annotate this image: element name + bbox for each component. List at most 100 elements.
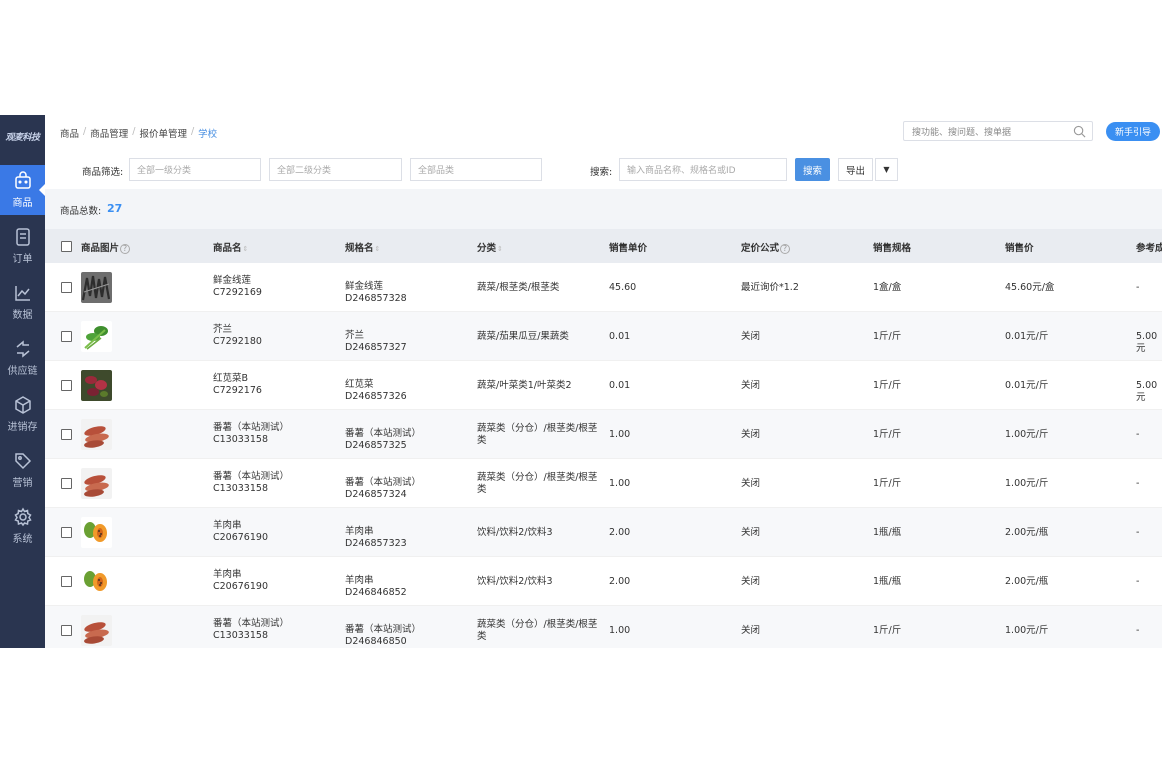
product-type-select[interactable]: 全部品类 bbox=[410, 158, 542, 181]
unit-price-cell[interactable]: 1.00 bbox=[609, 429, 630, 441]
table-row[interactable]: 红苋菜B C7292176 红苋菜 D246857326 蔬菜/叶菜类1/叶菜类2 0.0… bbox=[45, 361, 1162, 410]
unit-price-cell[interactable]: 2.00 bbox=[609, 576, 630, 588]
sidebar-item-supply-chain[interactable]: 供应链 bbox=[0, 333, 45, 383]
pricing-formula-cell[interactable]: 关闭 bbox=[741, 625, 760, 637]
select-all-checkbox[interactable] bbox=[61, 241, 72, 252]
product-name: 鲜金线莲 bbox=[213, 275, 252, 286]
unit-price-cell[interactable]: 45.60 bbox=[609, 282, 636, 294]
product-name-cell: 羊肉串 C20676190 bbox=[213, 520, 268, 544]
breadcrumb-item[interactable]: 报价单管理 bbox=[139, 126, 187, 140]
export-button[interactable]: 导出 bbox=[838, 158, 873, 181]
product-image[interactable] bbox=[81, 419, 112, 450]
category2-select[interactable]: 全部二级分类 bbox=[269, 158, 402, 181]
row-checkbox[interactable] bbox=[61, 576, 72, 587]
row-checkbox[interactable] bbox=[61, 478, 72, 489]
spec-cell: 红苋菜 D246857326 bbox=[345, 379, 407, 403]
help-icon[interactable]: ? bbox=[120, 244, 131, 254]
product-image[interactable] bbox=[81, 468, 112, 499]
export-dropdown-caret-icon[interactable]: ▼ bbox=[875, 158, 898, 181]
pricing-formula-cell[interactable]: 关闭 bbox=[741, 576, 760, 588]
unit-price-cell[interactable]: 0.01 bbox=[609, 331, 630, 343]
sidebar-item-label: 订单 bbox=[12, 254, 33, 265]
pricing-formula-cell[interactable]: 关闭 bbox=[741, 478, 760, 490]
sidebar-item-label: 供应链 bbox=[7, 366, 38, 377]
unit-price-cell[interactable]: 2.00 bbox=[609, 527, 630, 539]
sidebar-item-marketing[interactable]: 营销 bbox=[0, 445, 45, 495]
table-row[interactable]: 羊肉串 C20676190 羊肉串 D246846852 饮料/饮料2/饮料3 2.00 关… bbox=[45, 557, 1162, 606]
beginner-guide-button[interactable]: 新手引导 bbox=[1106, 122, 1160, 141]
sale-spec-cell: 1斤/斤 bbox=[873, 331, 902, 342]
sort-icon[interactable]: ⇕ bbox=[497, 245, 503, 253]
product-image[interactable] bbox=[81, 517, 112, 548]
product-image[interactable] bbox=[81, 615, 112, 646]
reference-cost-cell: 5.00元 bbox=[1136, 380, 1158, 403]
product-search-input[interactable]: 输入商品名称、规格名或ID bbox=[619, 158, 787, 181]
spec-cell: 羊肉串 D246846852 bbox=[345, 575, 407, 599]
product-name: 芥兰 bbox=[213, 324, 233, 335]
search-icon[interactable] bbox=[1073, 125, 1086, 138]
sidebar-item-data[interactable]: 数据 bbox=[0, 277, 45, 327]
product-name: 羊肉串 bbox=[213, 520, 242, 531]
row-checkbox[interactable] bbox=[61, 527, 72, 538]
app-window: 观麦科技 商品 订单 数据 供应链 进销存 营销 系统 商品 / 商品管理 / … bbox=[0, 115, 1162, 648]
search-button[interactable]: 搜索 bbox=[795, 158, 830, 181]
row-checkbox[interactable] bbox=[61, 625, 72, 636]
sale-spec-cell: 1斤/斤 bbox=[873, 429, 902, 440]
sale-spec-cell: 1斤/斤 bbox=[873, 380, 902, 391]
sidebar-item-label: 商品 bbox=[12, 198, 33, 209]
reference-cost-cell: - bbox=[1136, 282, 1140, 293]
spec-name: 红苋菜 bbox=[345, 379, 374, 390]
breadcrumb-item[interactable]: 商品 bbox=[60, 126, 79, 140]
column-header-spec[interactable]: 规格名⇕ bbox=[345, 240, 380, 254]
sidebar-item-label: 数据 bbox=[12, 310, 33, 321]
row-checkbox[interactable] bbox=[61, 282, 72, 293]
spec-id: D246846852 bbox=[345, 587, 407, 598]
sidebar-item-inventory[interactable]: 进销存 bbox=[0, 389, 45, 439]
table-row[interactable]: 羊肉串 C20676190 羊肉串 D246857323 饮料/饮料2/饮料3 2.00 关… bbox=[45, 508, 1162, 557]
pricing-formula-cell[interactable]: 关闭 bbox=[741, 527, 760, 539]
unit-price-cell[interactable]: 1.00 bbox=[609, 478, 630, 490]
table-row[interactable]: 番薯（本站测试） C13033158 番薯（本站测试） D246846850 蔬菜类（分… bbox=[45, 606, 1162, 648]
column-header-sale-spec: 销售规格 bbox=[873, 243, 912, 254]
column-header-name[interactable]: 商品名⇕ bbox=[213, 240, 248, 254]
product-code: C7292176 bbox=[213, 385, 262, 396]
sale-price-cell: 2.00元/瓶 bbox=[1005, 576, 1049, 587]
sidebar-item-system[interactable]: 系统 bbox=[0, 501, 45, 551]
product-image[interactable] bbox=[81, 566, 112, 597]
category-cell: 蔬菜/叶菜类1/叶菜类2 bbox=[477, 380, 572, 391]
category1-select[interactable]: 全部一级分类 bbox=[129, 158, 261, 181]
product-image[interactable] bbox=[81, 370, 112, 401]
table-row[interactable]: 番薯（本站测试） C13033158 番薯（本站测试） D246857325 蔬菜类（分… bbox=[45, 410, 1162, 459]
reference-cost-cell: - bbox=[1136, 625, 1140, 636]
column-header-category[interactable]: 分类⇕ bbox=[477, 240, 503, 254]
spec-id: D246857326 bbox=[345, 391, 407, 402]
spec-name: 番薯（本站测试） bbox=[345, 477, 422, 488]
breadcrumb-item[interactable]: 商品管理 bbox=[90, 126, 128, 140]
row-checkbox[interactable] bbox=[61, 429, 72, 440]
help-icon[interactable]: ? bbox=[780, 244, 791, 254]
total-count-label: 商品总数: bbox=[60, 206, 102, 217]
product-image[interactable] bbox=[81, 272, 112, 303]
table-row[interactable]: 番薯（本站测试） C13033158 番薯（本站测试） D246857324 蔬菜类（分… bbox=[45, 459, 1162, 508]
sidebar-item-products[interactable]: 商品 bbox=[0, 165, 45, 215]
sidebar-item-orders[interactable]: 订单 bbox=[0, 221, 45, 271]
unit-price-cell[interactable]: 1.00 bbox=[609, 625, 630, 637]
line-chart-icon bbox=[14, 286, 30, 301]
filter-bar: 商品筛选: 全部一级分类 全部二级分类 全部品类 搜索: 输入商品名称、规格名或… bbox=[45, 149, 1162, 189]
product-image[interactable] bbox=[81, 321, 112, 352]
row-checkbox[interactable] bbox=[61, 331, 72, 342]
global-search-input[interactable]: 搜功能、搜问题、搜单据 bbox=[903, 121, 1093, 141]
row-checkbox[interactable] bbox=[61, 380, 72, 391]
sale-price-cell: 0.01元/斤 bbox=[1005, 331, 1049, 342]
sort-icon[interactable]: ⇕ bbox=[243, 245, 249, 253]
pricing-formula-cell[interactable]: 最近询价*1.2 bbox=[741, 282, 799, 294]
sort-icon[interactable]: ⇕ bbox=[375, 245, 381, 253]
unit-price-cell[interactable]: 0.01 bbox=[609, 380, 630, 392]
pricing-formula-cell[interactable]: 关闭 bbox=[741, 380, 760, 392]
table-row[interactable]: 芥兰 C7292180 芥兰 D246857327 蔬菜/茄果瓜豆/果蔬类 0.01 关闭 1… bbox=[45, 312, 1162, 361]
column-header-formula: 定价公式? bbox=[741, 240, 791, 254]
product-code: C7292169 bbox=[213, 287, 262, 298]
pricing-formula-cell[interactable]: 关闭 bbox=[741, 429, 760, 441]
table-row[interactable]: 鲜金线莲 C7292169 鲜金线莲 D246857328 蔬菜/根茎类/根茎类 45.6… bbox=[45, 263, 1162, 312]
pricing-formula-cell[interactable]: 关闭 bbox=[741, 331, 760, 343]
